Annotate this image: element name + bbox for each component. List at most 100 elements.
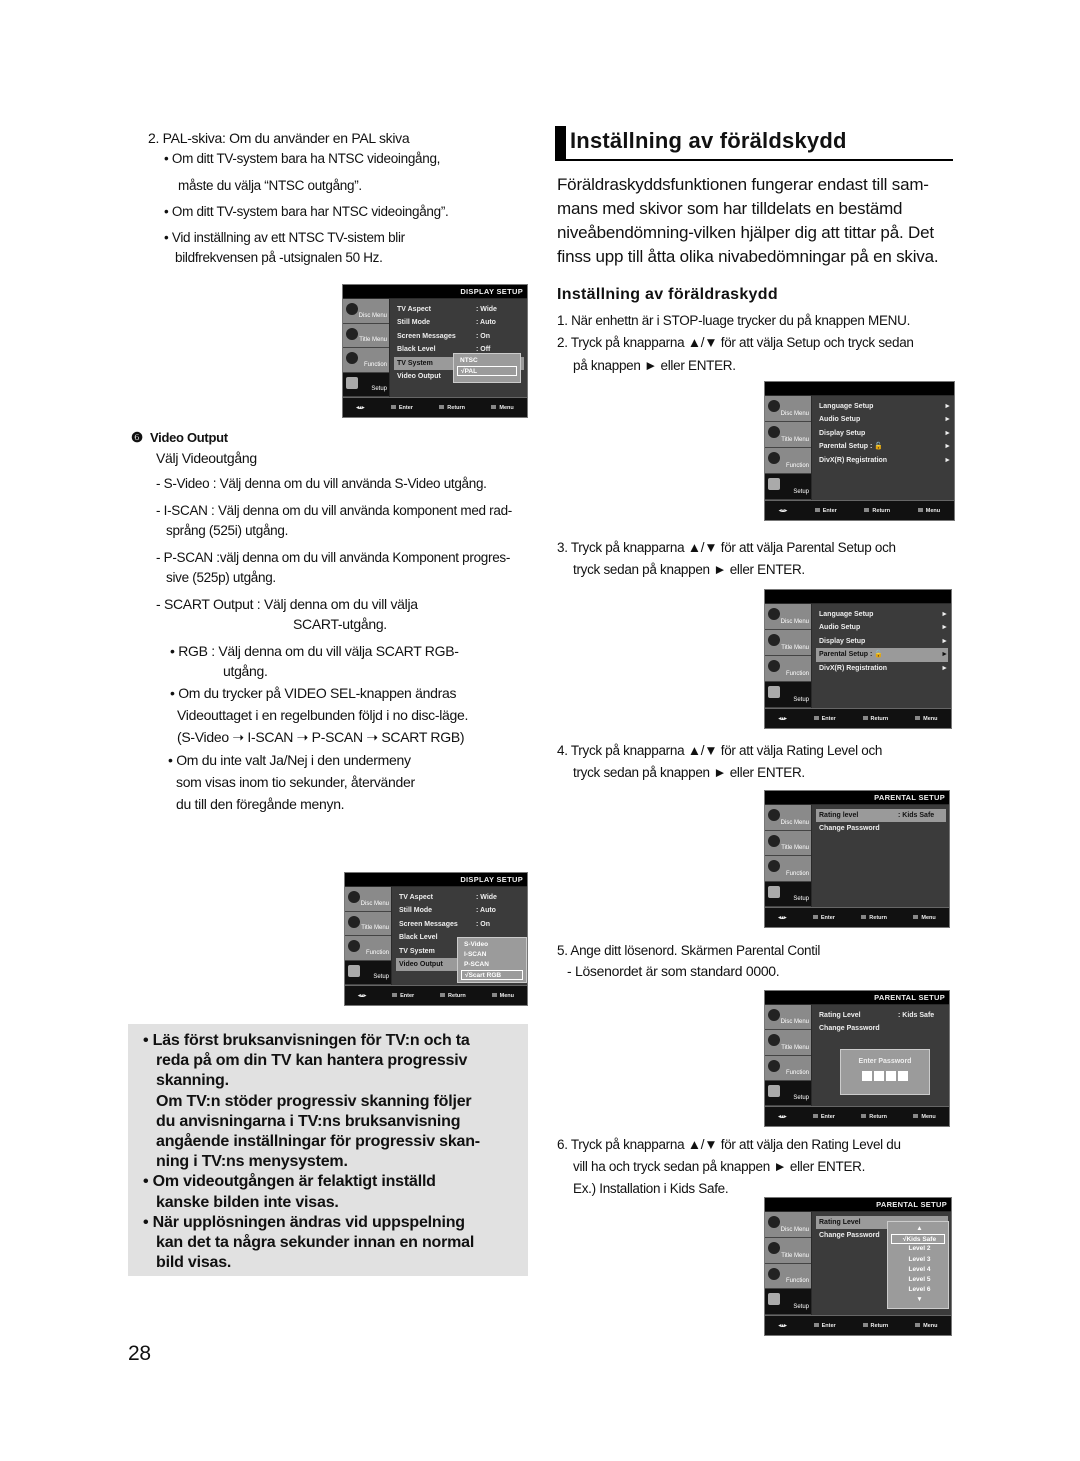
osd-footer: ◂▴▸ Enter Return Menu	[765, 907, 949, 927]
disc-icon	[348, 891, 360, 903]
osd-tab-label: Disc Menu	[780, 411, 809, 417]
osd-footer: ◂▴▸ Enter Return Menu	[345, 985, 527, 1005]
arrow-right-icon: ►	[941, 624, 948, 632]
navigation-icon: ◂▴▸	[778, 914, 787, 921]
osd-row-label: Audio Setup	[819, 416, 861, 424]
note-line: • Om videoutgången är felaktigt inställd	[143, 1173, 436, 1191]
osd-screen: DISPLAY SETUP Disc Menu Title Menu Function…	[344, 872, 528, 1006]
intro-line: finss upp till åtta olika nivabedömninga…	[557, 247, 939, 266]
option-text: - S-Video : Välj denna om du vill använd…	[156, 476, 487, 491]
osd-row-label: Language Setup	[819, 611, 874, 618]
arrow-right-icon: ►	[941, 637, 948, 645]
function-icon	[346, 352, 358, 364]
osd-tab-label: Function	[785, 671, 809, 677]
enter-hint: Enter	[814, 716, 836, 722]
option-text: Videouttaget i en regelbunden följd i no…	[177, 707, 469, 723]
section-title: Inställning av föräldskydd	[570, 128, 847, 153]
osd-popup-option: Level 5	[908, 1275, 931, 1283]
option-text: du till den föregånde menyn.	[176, 796, 345, 812]
subsection-title: Inställning av föräldraskydd	[557, 286, 778, 303]
osd-menu-row: Rating level: Kids Safe	[816, 809, 946, 823]
osd-tab-label: Title Menu	[359, 337, 387, 343]
title-marker	[555, 126, 566, 160]
osd-screen: Disc Menu Title Menu Function Setup Language…	[764, 589, 952, 729]
osd-tab-label: Function	[365, 949, 389, 956]
osd-tab-label: Title Menu	[361, 925, 389, 931]
osd-menu-row: TV Aspect: Wide	[396, 891, 524, 904]
osd-menu-row: Change Password	[816, 822, 946, 835]
osd-screen: PARENTAL SETUP Disc Menu Title Menu Functio…	[764, 990, 950, 1127]
osd-footer: ◂▴▸ Enter Return Menu	[765, 500, 954, 520]
function-icon	[768, 452, 780, 464]
bullet-text: • Vid inställning av ett NTSC TV-sistem …	[164, 230, 405, 245]
osd-tab-label: Function	[785, 1278, 809, 1285]
osd-tab-label: Disc Menu	[780, 1226, 809, 1233]
osd-header: DISPLAY SETUP	[345, 873, 527, 886]
osd-tab-function: Function	[765, 1055, 811, 1081]
osd-header: PARENTAL SETUP	[765, 1198, 951, 1211]
osd-popup-option: Level 6	[908, 1286, 931, 1294]
note-line: reda på om din TV kan hantera progressiv	[156, 1052, 468, 1070]
menu-hint: Menu	[491, 405, 513, 411]
note-line: kan det ta några sekunder innan en norma…	[156, 1234, 475, 1251]
return-hint: Return	[440, 993, 466, 999]
osd-menu-row: Change Password	[816, 1022, 946, 1035]
password-label: Enter Password	[858, 1058, 912, 1065]
step-text: 1. När enhettn är i STOP-luage trycker d…	[557, 313, 911, 328]
step-text: Ex.) Installation i Kids Safe.	[573, 1181, 729, 1196]
osd-sidebar: Disc Menu Title Menu Function Setup	[765, 1212, 811, 1315]
function-icon	[348, 940, 360, 952]
osd-menu-row: Audio Setup ►	[816, 413, 951, 426]
navigation-icon: ◂▴▸	[357, 992, 367, 999]
osd-popup-option: ▼	[916, 1296, 923, 1304]
arrow-right-icon: ►	[941, 651, 948, 659]
menu-hint: Menu	[915, 1323, 937, 1329]
enter-hint: Enter	[392, 993, 414, 999]
osd-row-value: : On	[476, 332, 490, 340]
osd-row-label: TV Aspect	[399, 894, 433, 901]
osd-tab-label: Disc Menu	[358, 312, 387, 319]
osd-tab-label: Disc Menu	[780, 819, 809, 826]
osd-menu-row: Language Setup ►	[816, 400, 951, 413]
note-line: skanning.	[156, 1072, 229, 1090]
note-line: ning i TV:ns menysystem.	[156, 1153, 348, 1171]
osd-row-label: Change Password	[819, 1025, 880, 1033]
osd-row-label: Still Mode	[399, 907, 433, 915]
arrow-right-icon: ►	[944, 403, 951, 410]
osd-menu-row: DivX(R) Registration ►	[816, 454, 951, 467]
function-icon	[768, 860, 780, 872]
password-digit-box	[874, 1071, 884, 1081]
osd-sidebar: Disc Menu Title Menu Function Setup	[765, 1005, 811, 1106]
osd-menu-row: Still Mode: Auto	[394, 316, 524, 329]
password-boxes	[841, 1071, 929, 1081]
note-line: • När upplösningen ändras vid uppspelnin…	[143, 1213, 465, 1231]
osd-menu-row: Still Mode: Auto	[396, 904, 524, 917]
osd-row-value: : Auto	[476, 319, 496, 327]
osd-row-label: Display Setup	[819, 429, 866, 437]
osd-row-label: Language Setup	[819, 403, 874, 410]
note-line: bild visas.	[156, 1254, 232, 1272]
bullet-text: • Om ditt TV-system bara ha NTSC videoin…	[164, 151, 441, 166]
intro-line: Föräldraskyddsfunktionen fungerar endast…	[557, 175, 929, 194]
osd-popup: NTSC √PAL	[453, 353, 521, 383]
osd-popup: ▲ √Kids Safe Level 2 Level 3 Level 4 Level 5 L…	[887, 1221, 949, 1309]
osd-row-label: Display Setup	[819, 637, 866, 645]
disc-icon	[768, 1216, 780, 1228]
osd-popup-option: NTSC	[460, 357, 478, 364]
osd-tab-disc-menu: Disc Menu	[765, 1005, 811, 1031]
osd-popup-option: Level 3	[908, 1255, 931, 1263]
osd-tab-label: Disc Menu	[780, 619, 809, 625]
osd-tab-function: Function	[765, 1263, 811, 1290]
option-text: - P-SCAN :välj denna om du vill använda …	[156, 550, 511, 565]
disc-icon	[346, 303, 358, 315]
gear-icon	[768, 686, 780, 698]
title-icon	[768, 1241, 780, 1254]
step-text: tryck sedan på knappen ► eller ENTER.	[573, 765, 805, 780]
osd-row-label: Rating Level	[819, 1012, 861, 1019]
osd-tab-label: Title Menu	[781, 845, 809, 851]
osd-tab-function: Function	[343, 348, 389, 373]
bullet-text: bildfrekvensen på -utsignalen 50 Hz.	[175, 250, 383, 265]
title-underline	[555, 159, 953, 161]
disc-icon	[768, 1009, 780, 1021]
password-digit-box	[862, 1071, 872, 1081]
